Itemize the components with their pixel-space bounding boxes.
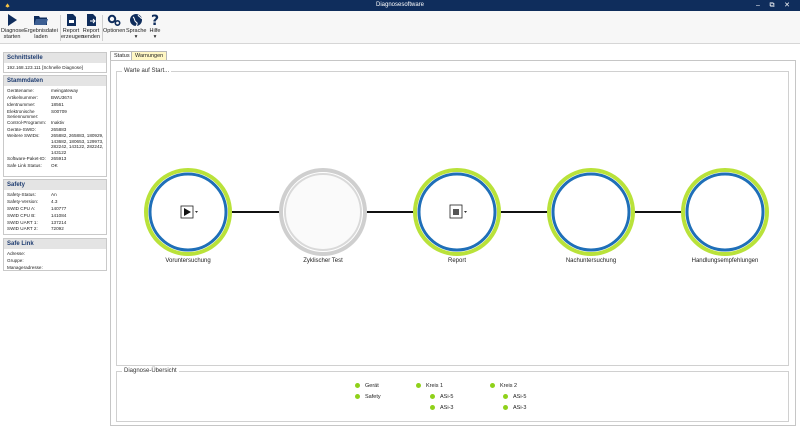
report-send-button[interactable]: Report senden bbox=[82, 13, 100, 43]
master-data-section: Stammdaten Gerätename: meingateway Artike… bbox=[3, 75, 107, 177]
maximize-button[interactable]: ⧉ bbox=[766, 0, 778, 11]
options-label: Optionen bbox=[103, 28, 126, 34]
gears-icon bbox=[107, 14, 121, 27]
diagnose-step-flow bbox=[144, 168, 769, 256]
title-bar: Diagnosesoftware – ⧉ ✕ bbox=[0, 0, 800, 11]
status-kreis-1: Kreis 1 bbox=[416, 383, 443, 390]
status-dot bbox=[503, 405, 508, 410]
section-title: Safe Link bbox=[4, 239, 106, 249]
step-label-zyklischer-test: Zyklischer Test bbox=[303, 258, 343, 264]
status-kreis-2: Kreis 2 bbox=[490, 383, 517, 390]
step-zyklischer-test bbox=[279, 168, 367, 256]
report-pdf-icon bbox=[67, 14, 76, 26]
interface-section: Schnittstelle 192.168.123.111 [Schnelle … bbox=[3, 52, 107, 73]
kv-row: Gruppe: bbox=[7, 257, 24, 263]
report-send-label-2: senden bbox=[82, 34, 101, 40]
safe-link-section: Safe Link Adresse: Gruppe: Manageradress… bbox=[3, 238, 107, 271]
interface-value: 192.168.123.111 [Schnelle Diagnose] bbox=[7, 65, 83, 70]
report-create-button[interactable]: Report erzeugen bbox=[61, 13, 84, 43]
status-panel: Warte auf Start... Voruntersuchung Zykli… bbox=[110, 60, 796, 426]
kv-row: SWID CPU B: 141084 bbox=[7, 212, 67, 218]
section-title: Schnittstelle bbox=[4, 53, 106, 63]
status-geraet: Gerät bbox=[355, 383, 379, 390]
step-label-nachuntersuchung: Nachuntersuchung bbox=[565, 258, 617, 264]
step-label-report: Report bbox=[447, 258, 466, 264]
kv-row: Software-Paket-ID: 265913 bbox=[7, 156, 67, 162]
tab-warnings[interactable]: Warnungen bbox=[131, 51, 168, 60]
status-kreis2-asi3: ASi-3 bbox=[503, 405, 526, 412]
kv-row: Identnummer: 18561 bbox=[7, 101, 64, 107]
section-title: Safety bbox=[4, 180, 106, 190]
step-label-handlungsempfehlungen: Handlungsempfehlungen bbox=[691, 258, 759, 264]
diagnose-label-2: starten bbox=[3, 34, 21, 40]
kv-row: Safe Link Status: OK bbox=[7, 163, 58, 169]
play-icon bbox=[8, 14, 17, 26]
window-title: Diagnosesoftware bbox=[375, 2, 425, 8]
kv-row: SWID UART 1: 137214 bbox=[7, 219, 67, 225]
options-button[interactable]: Optionen bbox=[103, 13, 125, 43]
svg-text:?: ? bbox=[151, 13, 159, 27]
info-sidebar: Schnittstelle 192.168.123.111 [Schnelle … bbox=[0, 49, 108, 429]
toolbar: Diagnose starten Ergebnisdatei laden Rep… bbox=[0, 11, 800, 44]
safety-section: Safety Safety-Status: An Safety-Version: 4… bbox=[3, 179, 107, 235]
step-nachuntersuchung[interactable] bbox=[547, 168, 635, 256]
report-send-icon bbox=[87, 14, 96, 26]
status-safety: Safety bbox=[355, 394, 381, 401]
kv-row-multiline: Weitere SWIDs: 265882, 265883, 180929, 1… bbox=[7, 133, 104, 155]
help-icon: ? bbox=[151, 13, 159, 27]
step-handlungsempfehlungen[interactable] bbox=[681, 168, 769, 256]
language-button[interactable]: Sprache ▾ bbox=[126, 13, 147, 43]
status-kreis1-asi3: ASi-3 bbox=[430, 405, 453, 412]
kv-row: SWID CPU A: 140777 bbox=[7, 205, 67, 211]
minimize-button[interactable]: – bbox=[752, 0, 764, 11]
diagnose-start-button[interactable]: Diagnose starten bbox=[1, 13, 24, 43]
close-button[interactable]: ✕ bbox=[781, 0, 793, 11]
status-dot bbox=[430, 405, 435, 410]
help-dropdown-arrow: ▾ bbox=[153, 34, 157, 40]
status-dot bbox=[490, 383, 495, 388]
load-results-button[interactable]: Ergebnisdatei laden bbox=[24, 13, 58, 43]
kv-row: Safety-Status: An bbox=[7, 192, 57, 197]
language-dropdown-arrow: ▾ bbox=[134, 34, 138, 40]
status-kreis1-asi5: ASi-5 bbox=[430, 394, 453, 401]
kv-row: Artikelnummer: BWU3674 bbox=[7, 94, 72, 100]
folder-open-icon bbox=[34, 16, 48, 25]
globe-icon bbox=[130, 14, 142, 27]
kv-row: Geräte-SWID: 265883 bbox=[7, 126, 67, 132]
report-create-label-2: erzeugen bbox=[61, 34, 84, 40]
section-title: Stammdaten bbox=[4, 76, 106, 86]
status-dot bbox=[503, 394, 508, 399]
progress-groupbox: Warte auf Start... Voruntersuchung Zykli… bbox=[116, 68, 789, 366]
overview-title: Diagnose-Übersicht bbox=[122, 368, 179, 375]
kv-row: Gerätename: meingateway bbox=[7, 88, 79, 93]
load-label-2: laden bbox=[34, 34, 48, 40]
kv-row: Adresse: bbox=[7, 251, 26, 256]
help-button[interactable]: ? Hilfe ▾ bbox=[147, 13, 163, 43]
kv-row: Manageradresse: bbox=[7, 264, 43, 270]
status-kreis2-asi5: ASi-5 bbox=[503, 394, 526, 401]
status-dot bbox=[416, 383, 421, 388]
step-label-voruntersuchung: Voruntersuchung bbox=[165, 258, 211, 264]
kv-row: Safety-Version: 4.3 bbox=[7, 198, 58, 204]
kv-row: SWID UART 2: 72092 bbox=[7, 226, 64, 232]
overview-groupbox: Diagnose-Übersicht Gerät Safety Kreis 1 … bbox=[116, 368, 789, 422]
status-dot bbox=[355, 383, 360, 388]
status-dot bbox=[355, 394, 360, 399]
status-dot bbox=[430, 394, 435, 399]
kv-row: Control-Programm: Inaktiv bbox=[7, 119, 65, 125]
